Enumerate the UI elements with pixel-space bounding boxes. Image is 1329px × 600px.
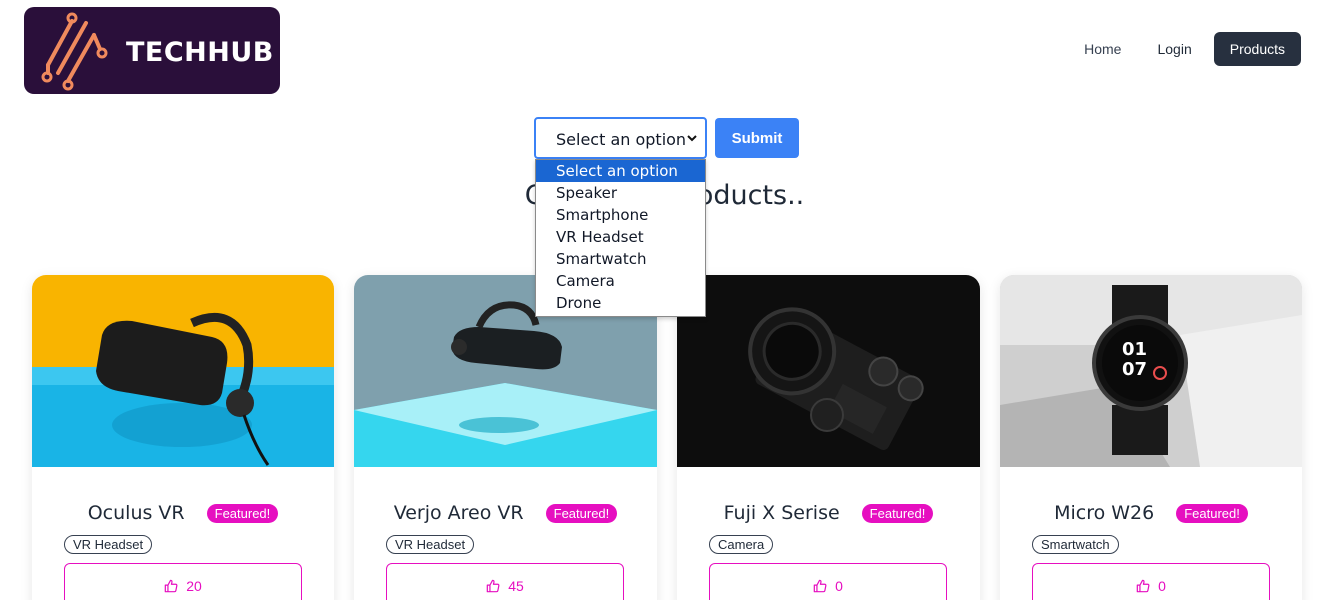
top-nav: Home Login Products — [1070, 32, 1301, 66]
dropdown-option-vr-headset[interactable]: VR Headset — [536, 226, 705, 248]
like-count: 0 — [1158, 578, 1166, 594]
category-tag[interactable]: VR Headset — [386, 535, 475, 554]
featured-badge: Featured! — [861, 503, 934, 523]
like-count: 45 — [508, 578, 524, 594]
dropdown-option-drone[interactable]: Drone — [536, 292, 705, 314]
category-dropdown-list: Select an option Speaker Smartphone VR H… — [535, 159, 706, 317]
dropdown-option-smartphone[interactable]: Smartphone — [536, 204, 705, 226]
product-name: Micro W26 — [1054, 502, 1155, 524]
thumbs-up-icon — [164, 579, 178, 593]
product-card[interactable]: Verjo Areo VR Featured! VR Headset 45 — [354, 275, 657, 600]
like-button[interactable]: 0 — [1032, 563, 1270, 600]
product-grid: Oculus VR Featured! VR Headset 20 Verjo … — [32, 275, 1302, 600]
like-count: 20 — [186, 578, 202, 594]
svg-text:01: 01 — [1122, 339, 1147, 360]
product-name: Verjo Areo VR — [393, 502, 524, 524]
svg-text:07: 07 — [1122, 359, 1147, 380]
category-tag[interactable]: Camera — [709, 535, 774, 554]
chevron-down-icon — [687, 135, 697, 142]
dropdown-option-select[interactable]: Select an option — [536, 160, 705, 182]
dropdown-option-speaker[interactable]: Speaker — [536, 182, 705, 204]
featured-badge: Featured! — [206, 503, 279, 523]
thumbs-up-icon — [486, 579, 500, 593]
submit-button[interactable]: Submit — [715, 118, 799, 158]
featured-badge: Featured! — [545, 503, 618, 523]
like-button[interactable]: 45 — [386, 563, 624, 600]
brand-name: TECHHUB — [126, 37, 274, 68]
product-card[interactable]: 01 07 Micro W26 Featured! Smartwatch 0 — [1000, 275, 1302, 600]
nav-login-link[interactable]: Login — [1143, 32, 1205, 66]
category-filter: Select an option Submit — [534, 117, 799, 159]
circuit-logo-icon — [41, 12, 108, 91]
category-select-value: Select an option — [556, 130, 687, 149]
product-image-smartwatch[interactable]: 01 07 — [1000, 275, 1302, 467]
product-card[interactable]: Oculus VR Featured! VR Headset 20 — [32, 275, 334, 600]
category-tag[interactable]: Smartwatch — [1032, 535, 1119, 554]
thumbs-up-icon — [1136, 579, 1150, 593]
nav-home-link[interactable]: Home — [1070, 32, 1135, 66]
nav-products-button[interactable]: Products — [1213, 32, 1301, 66]
like-count: 0 — [835, 578, 843, 594]
like-button[interactable]: 0 — [709, 563, 947, 600]
dropdown-option-camera[interactable]: Camera — [536, 270, 705, 292]
product-name: Oculus VR — [87, 502, 185, 524]
like-button[interactable]: 20 — [64, 563, 302, 600]
category-tag[interactable]: VR Headset — [64, 535, 153, 554]
dropdown-option-smartwatch[interactable]: Smartwatch — [536, 248, 705, 270]
product-image-camera[interactable] — [677, 275, 980, 467]
techhub-logo[interactable]: TECHHUB — [24, 7, 280, 94]
thumbs-up-icon — [813, 579, 827, 593]
category-select[interactable]: Select an option — [534, 117, 707, 159]
product-card[interactable]: Fuji X Serise Featured! Camera 0 — [677, 275, 980, 600]
product-name: Fuji X Serise — [723, 502, 840, 524]
featured-badge: Featured! — [1176, 503, 1248, 523]
product-image-vr-headset[interactable] — [32, 275, 334, 467]
